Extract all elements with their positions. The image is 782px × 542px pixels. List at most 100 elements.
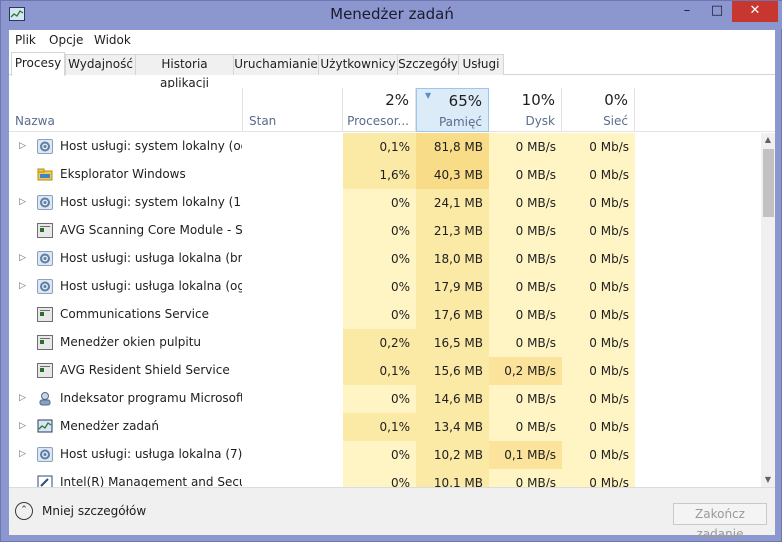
- chevron-up-icon: ⌃: [15, 502, 33, 520]
- menu-opcje[interactable]: Opcje: [49, 33, 83, 47]
- memory-cell: 10,2 MB: [416, 441, 489, 469]
- network-cell: 0 Mb/s: [562, 413, 635, 441]
- memory-cell: 15,6 MB: [416, 357, 489, 385]
- column-header-network[interactable]: 0% Sieć: [562, 88, 635, 132]
- process-name: AVG Scanning Core Module - S...: [60, 223, 242, 237]
- memory-label: Pamięć: [438, 115, 482, 129]
- process-name: Intel(R) Management and Secur...: [60, 475, 242, 487]
- process-row[interactable]: 0% 17,9 MB 0 MB/s 0 Mb/s ▷ Host usługi: usług…: [9, 273, 761, 301]
- window-title: Menedżer zadań: [330, 5, 454, 23]
- network-cell: 0 Mb/s: [562, 273, 635, 301]
- cpu-cell: 0%: [343, 385, 416, 413]
- tab-historia-aplikacji[interactable]: Historia aplikacji: [135, 54, 234, 90]
- process-name: Host usługi: system lokalny (13): [60, 195, 242, 209]
- memory-cell: 18,0 MB: [416, 245, 489, 273]
- disk-cell: 0 MB/s: [489, 413, 562, 441]
- client-area: Plik Opcje Widok Procesy Wydajność Histo…: [9, 30, 775, 541]
- process-row[interactable]: 0% 10,2 MB 0,1 MB/s 0 Mb/s ▷ Host usługi: usł…: [9, 441, 761, 469]
- column-header-memory[interactable]: ▼ 65% Pamięć: [416, 88, 489, 132]
- minimize-button[interactable]: –: [672, 1, 702, 22]
- memory-cell: 17,6 MB: [416, 301, 489, 329]
- vertical-scrollbar[interactable]: ▲ ▼: [761, 133, 775, 487]
- expand-arrow-icon[interactable]: ▷: [19, 421, 26, 431]
- expand-arrow-icon[interactable]: ▷: [19, 449, 26, 459]
- cpu-label: Procesor...: [347, 114, 409, 128]
- less-details-label: Mniej szczegółów: [42, 504, 147, 518]
- network-cell: 0 Mb/s: [562, 301, 635, 329]
- process-row[interactable]: 0% 21,3 MB 0 MB/s 0 Mb/s AVG Scanning Core M…: [9, 217, 761, 245]
- expand-arrow-icon[interactable]: ▷: [19, 281, 26, 291]
- memory-cell: 16,5 MB: [416, 329, 489, 357]
- process-row[interactable]: 0,1% 13,4 MB 0 MB/s 0 Mb/s ▷ Menedżer zadań: [9, 413, 761, 441]
- memory-cell: 13,4 MB: [416, 413, 489, 441]
- network-cell: 0 Mb/s: [562, 329, 635, 357]
- process-list: 0,1% 81,8 MB 0 MB/s 0 Mb/s ▷ Host usługi: sys…: [9, 133, 761, 487]
- window-icon: [37, 223, 53, 238]
- scrollbar-thumb[interactable]: [763, 149, 774, 217]
- disk-cell: 0 MB/s: [489, 161, 562, 189]
- tab-uslugi[interactable]: Usługi: [458, 54, 504, 75]
- process-name: Host usługi: usługa lokalna (ogr...: [60, 279, 242, 293]
- process-row[interactable]: 0% 10,1 MB 0 MB/s 0 Mb/s Intel(R) Management…: [9, 469, 761, 487]
- disk-cell: 0 MB/s: [489, 245, 562, 273]
- process-row[interactable]: 0% 18,0 MB 0 MB/s 0 Mb/s ▷ Host usługi: usług…: [9, 245, 761, 273]
- memory-cell: 21,3 MB: [416, 217, 489, 245]
- gear-icon: [37, 447, 53, 462]
- network-cell: 0 Mb/s: [562, 469, 635, 487]
- memory-cell: 40,3 MB: [416, 161, 489, 189]
- tab-procesy[interactable]: Procesy: [11, 52, 65, 76]
- network-percent: 0%: [604, 91, 628, 109]
- cpu-cell: 0%: [343, 245, 416, 273]
- menu-widok[interactable]: Widok: [94, 33, 131, 47]
- cpu-cell: 0,1%: [343, 133, 416, 161]
- process-row[interactable]: 0% 17,6 MB 0 MB/s 0 Mb/s Communications Serv…: [9, 301, 761, 329]
- task-manager-icon: [37, 419, 53, 434]
- process-row[interactable]: 0,1% 15,6 MB 0,2 MB/s 0 Mb/s AVG Resident Sh…: [9, 357, 761, 385]
- end-task-button[interactable]: Zakończ zadanie: [673, 503, 767, 541]
- cpu-cell: 0,1%: [343, 413, 416, 441]
- tab-szczegoly[interactable]: Szczegóły: [397, 54, 459, 75]
- network-cell: 0 Mb/s: [562, 245, 635, 273]
- menu-plik[interactable]: Plik: [15, 33, 36, 47]
- column-header-disk[interactable]: 10% Dysk: [489, 88, 562, 132]
- process-name: Communications Service: [60, 307, 209, 321]
- disk-cell: 0 MB/s: [489, 133, 562, 161]
- footer-bar: ⌃ Mniej szczegółów Zakończ zadanie: [9, 487, 775, 541]
- gear-icon: [37, 195, 53, 210]
- cpu-cell: 0%: [343, 189, 416, 217]
- tab-uruchamianie[interactable]: Uruchamianie: [233, 54, 319, 75]
- process-name: AVG Resident Shield Service: [60, 363, 230, 377]
- process-row[interactable]: 0% 14,6 MB 0 MB/s 0 Mb/s ▷ Indeksator program…: [9, 385, 761, 413]
- column-header-status[interactable]: Stan: [243, 88, 343, 132]
- title-bar[interactable]: Menedżer zadań – □ ✕: [1, 1, 782, 29]
- tab-wydajnosc[interactable]: Wydajność: [65, 54, 136, 75]
- process-row[interactable]: 1,6% 40,3 MB 0 MB/s 0 Mb/s Eksplorator Windo…: [9, 161, 761, 189]
- maximize-button[interactable]: □: [702, 1, 732, 22]
- process-row[interactable]: 0,2% 16,5 MB 0 MB/s 0 Mb/s Menedżer okien pu…: [9, 329, 761, 357]
- column-header-name[interactable]: Nazwa: [9, 88, 243, 132]
- tab-uzytkownicy[interactable]: Użytkownicy: [318, 54, 398, 75]
- process-name: Menedżer zadań: [60, 419, 159, 433]
- disk-cell: 0 MB/s: [489, 385, 562, 413]
- expand-arrow-icon[interactable]: ▷: [19, 393, 26, 403]
- close-button[interactable]: ✕: [732, 1, 778, 22]
- cpu-cell: 0%: [343, 441, 416, 469]
- network-cell: 0 Mb/s: [562, 133, 635, 161]
- expand-arrow-icon[interactable]: ▷: [19, 141, 26, 151]
- process-row[interactable]: 0,1% 81,8 MB 0 MB/s 0 Mb/s ▷ Host usługi: sys…: [9, 133, 761, 161]
- disk-label: Dysk: [525, 114, 555, 128]
- disk-percent: 10%: [521, 91, 555, 109]
- expand-arrow-icon[interactable]: ▷: [19, 253, 26, 263]
- memory-cell: 24,1 MB: [416, 189, 489, 217]
- process-row[interactable]: 0% 24,1 MB 0 MB/s 0 Mb/s ▷ Host usługi: syste…: [9, 189, 761, 217]
- scroll-up-icon[interactable]: ▲: [761, 133, 775, 147]
- disk-cell: 0 MB/s: [489, 217, 562, 245]
- column-header-cpu[interactable]: 2% Procesor...: [343, 88, 416, 132]
- process-name: Host usługi: usługa lokalna (bra...: [60, 251, 242, 265]
- expand-arrow-icon[interactable]: ▷: [19, 197, 26, 207]
- window-icon: [37, 363, 53, 378]
- scroll-down-icon[interactable]: ▼: [761, 473, 775, 487]
- gear-icon: [37, 251, 53, 266]
- network-cell: 0 Mb/s: [562, 385, 635, 413]
- cpu-cell: 0%: [343, 301, 416, 329]
